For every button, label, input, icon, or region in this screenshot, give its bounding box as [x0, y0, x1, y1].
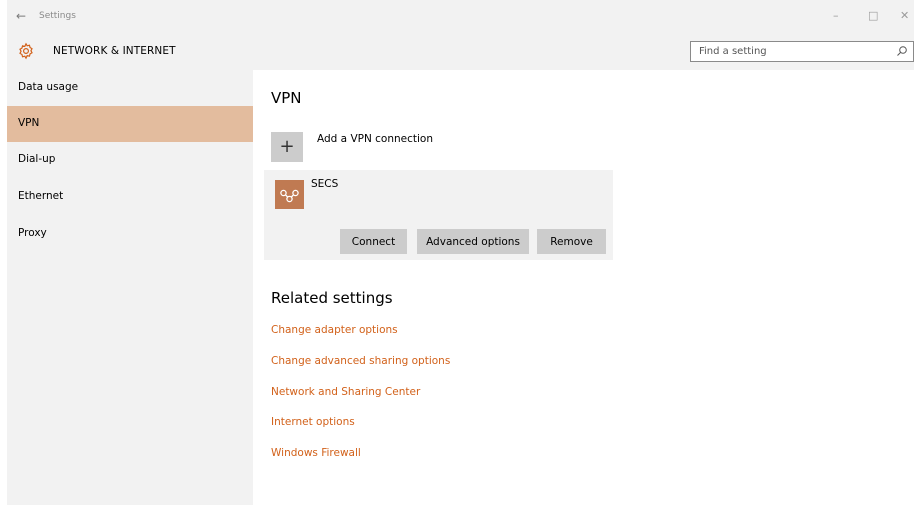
link-change-advanced-sharing-options[interactable]: Change advanced sharing options — [271, 355, 450, 367]
remove-button[interactable]: Remove — [537, 229, 606, 254]
maximize-icon[interactable]: □ — [868, 9, 878, 22]
connect-button[interactable]: Connect — [340, 229, 407, 254]
page-header: NETWORK & INTERNET — [7, 34, 914, 70]
close-icon[interactable]: ✕ — [900, 9, 909, 22]
sidebar-item-dial-up[interactable]: Dial-up — [7, 142, 253, 178]
add-vpn-label: Add a VPN connection — [317, 133, 433, 145]
page-title: NETWORK & INTERNET — [53, 45, 176, 57]
sidebar-item-data-usage[interactable]: Data usage — [7, 70, 253, 106]
search-icon[interactable] — [896, 45, 908, 57]
sidebar-item-label: VPN — [18, 117, 40, 129]
vpn-connection-icon — [275, 180, 304, 209]
settings-window: ← Settings – □ ✕ NETWORK & INTERNET Data… — [7, 0, 914, 505]
link-windows-firewall[interactable]: Windows Firewall — [271, 447, 361, 459]
minimize-icon[interactable]: – — [833, 9, 839, 22]
advanced-options-button[interactable]: Advanced options — [417, 229, 529, 254]
sidebar-item-label: Dial-up — [18, 153, 56, 165]
gear-icon — [19, 42, 33, 60]
link-internet-options[interactable]: Internet options — [271, 416, 355, 428]
sidebar-item-vpn[interactable]: VPN — [7, 106, 253, 142]
link-network-and-sharing-center[interactable]: Network and Sharing Center — [271, 386, 420, 398]
section-title-vpn: VPN — [271, 89, 302, 107]
sidebar-item-ethernet[interactable]: Ethernet — [7, 179, 253, 215]
link-change-adapter-options[interactable]: Change adapter options — [271, 324, 398, 336]
add-vpn-connection-button[interactable]: + Add a VPN connection — [271, 128, 471, 162]
sidebar-item-label: Data usage — [18, 81, 79, 93]
title-bar: ← Settings – □ ✕ — [7, 0, 914, 34]
sidebar-item-proxy[interactable]: Proxy — [7, 216, 253, 252]
vpn-connection-card[interactable]: SECS Connect Advanced options Remove — [264, 170, 613, 260]
main-content: VPN + Add a VPN connection SECS Connect — [253, 70, 914, 505]
search-input[interactable] — [691, 42, 899, 61]
vpn-connection-name: SECS — [311, 178, 339, 190]
section-title-related-settings: Related settings — [271, 289, 393, 307]
back-arrow-icon[interactable]: ← — [16, 9, 26, 23]
sidebar: Data usage VPN Dial-up Ethernet Proxy — [7, 70, 253, 505]
search-box[interactable] — [690, 41, 914, 62]
sidebar-item-label: Ethernet — [18, 190, 64, 202]
window-title: Settings — [39, 11, 76, 21]
plus-icon: + — [271, 132, 303, 162]
sidebar-item-label: Proxy — [18, 227, 47, 239]
